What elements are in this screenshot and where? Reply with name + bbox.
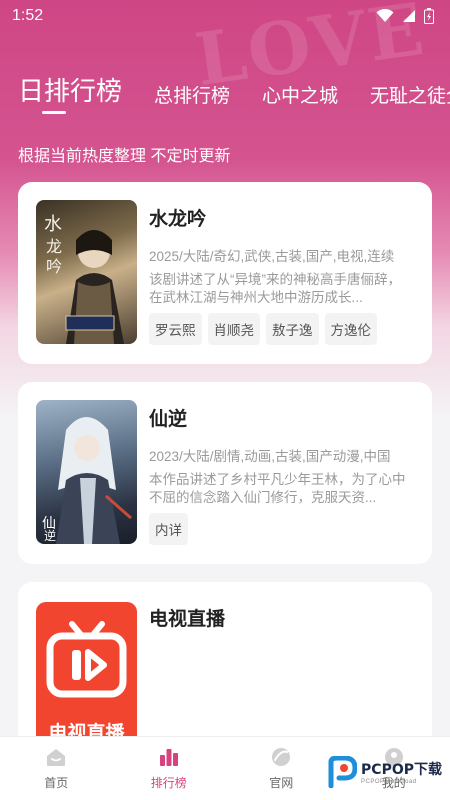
website-icon <box>272 748 291 766</box>
ranking-card[interactable]: 水 龙 吟 水龙吟 2025/大陆/奇幻,武侠,古装,国产,电视,连续 该剧讲述… <box>18 182 432 364</box>
svg-text:龙: 龙 <box>46 237 62 256</box>
poster-image: 仙 逆 <box>36 400 137 544</box>
card-info: 电视直播 <box>149 604 414 645</box>
poster-image: 水 龙 吟 <box>36 200 137 344</box>
nav-ranking[interactable]: 排行榜 <box>113 737 226 800</box>
nav-home[interactable]: 首页 <box>0 737 113 800</box>
ranking-icon <box>159 749 178 766</box>
cast-chip[interactable]: 肖顺尧 <box>207 313 260 345</box>
svg-text:逆: 逆 <box>44 528 56 543</box>
card-title: 水龙吟 <box>149 209 207 230</box>
card-title: 电视直播 <box>149 609 226 630</box>
cast-chip[interactable]: 方逸伦 <box>324 313 377 345</box>
card-info: 水龙吟 2025/大陆/奇幻,武侠,古装,国产,电视,连续 该剧讲述了从“异境”… <box>149 204 414 345</box>
svg-text:吟: 吟 <box>46 257 62 276</box>
cast-chip[interactable]: 敖子逸 <box>266 313 319 345</box>
nav-website-label: 官网 <box>269 776 294 790</box>
cast-chips: 罗云熙 肖顺尧 敖子逸 方逸伦 <box>149 313 414 345</box>
wifi-icon <box>376 9 394 22</box>
pcpop-logo-icon <box>328 756 358 788</box>
nav-ranking-label: 排行榜 <box>150 776 187 790</box>
status-icons <box>376 8 434 24</box>
ranking-subtitle: 根据当前热度整理 不定时更新 <box>18 148 231 165</box>
watermark-text-block: PCPOP下载 PCPOP.Download <box>361 759 442 785</box>
ranking-card[interactable]: 仙 逆 仙逆 2023/大陆/剧情,动画,古装,国产动漫,中国 本作品讲述了乡村… <box>18 382 432 564</box>
signal-icon <box>403 10 415 22</box>
card-meta: 2025/大陆/奇幻,武侠,古装,国产,电视,连续 <box>149 249 395 264</box>
ranking-tabs: 日排行榜 总排行榜 心中之城 无耻之徒全 <box>18 70 450 110</box>
card-title: 仙逆 <box>149 409 188 430</box>
poster-title-text: 水 <box>44 214 62 235</box>
cast-chips: 内详 <box>149 513 414 545</box>
cast-chip[interactable]: 罗云熙 <box>149 313 202 345</box>
status-bar: 1:52 <box>0 0 450 32</box>
cast-chip[interactable]: 内详 <box>149 513 188 545</box>
home-icon <box>47 749 66 766</box>
status-time: 1:52 <box>12 7 44 24</box>
site-watermark: PCPOP下载 PCPOP.Download <box>327 756 442 788</box>
tab-total-ranking[interactable]: 总排行榜 <box>154 81 230 110</box>
active-tab-indicator <box>42 111 66 114</box>
card-description: 该剧讲述了从“异境”来的神秘高手唐俪辞，在武林江湖与神州大地中游历成长... <box>149 272 401 305</box>
card-meta: 2023/大陆/剧情,动画,古装,国产动漫,中国 <box>149 449 391 464</box>
watermark-brand: PCPOP下载 <box>361 762 442 778</box>
watermark-sub: PCPOP.Download <box>361 779 417 785</box>
tab-city-in-heart[interactable]: 心中之城 <box>262 81 338 110</box>
ranking-card[interactable]: 电视直播 电视直播 <box>18 582 432 762</box>
nav-website[interactable]: 官网 <box>225 737 338 800</box>
card-info: 仙逆 2023/大陆/剧情,动画,古装,国产动漫,中国 本作品讲述了乡村平凡少年… <box>149 404 414 545</box>
tab-shameless[interactable]: 无耻之徒全 <box>370 81 450 110</box>
card-description: 本作品讲述了乡村平凡少年王林，为了心中不屈的信念踏入仙门修行，克服天资... <box>149 472 406 505</box>
nav-home-label: 首页 <box>44 776 69 790</box>
tab-daily-ranking[interactable]: 日排行榜 <box>18 71 122 110</box>
battery-icon <box>424 8 434 24</box>
